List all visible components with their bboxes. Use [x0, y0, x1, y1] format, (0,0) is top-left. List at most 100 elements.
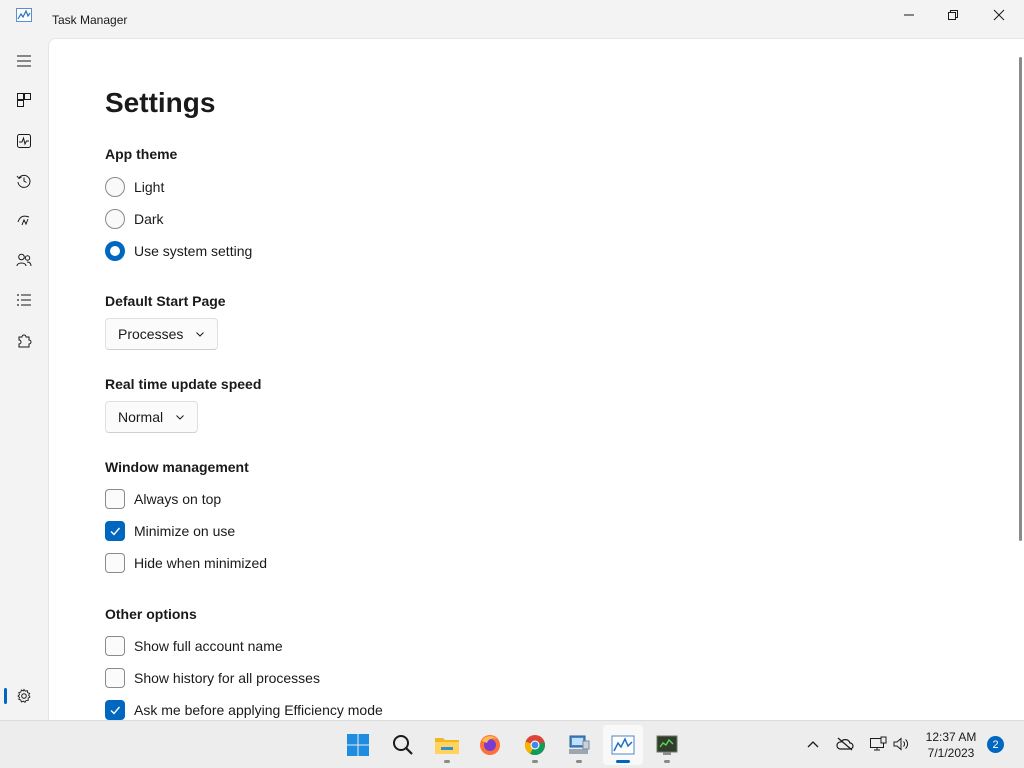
- computer-icon: [569, 735, 590, 754]
- dropdown-value: Processes: [118, 326, 184, 342]
- taskbar-task-manager[interactable]: [603, 725, 643, 765]
- option-minimize-on-use[interactable]: Minimize on use: [105, 520, 235, 542]
- checkmark-icon: [110, 527, 121, 536]
- nav-services[interactable]: [4, 323, 44, 359]
- hamburger-menu-button[interactable]: [4, 43, 44, 79]
- performance-icon: [17, 134, 31, 148]
- option-hide-when-minimized[interactable]: Hide when minimized: [105, 552, 267, 574]
- details-list-icon: [17, 294, 31, 306]
- option-label: Minimize on use: [134, 523, 236, 539]
- running-indicator: [532, 760, 538, 763]
- network-icon: [870, 736, 887, 751]
- nav-startup-apps[interactable]: [4, 202, 44, 238]
- option-label: Always on top: [134, 491, 222, 507]
- firefox-icon: [480, 735, 500, 755]
- nav-settings[interactable]: [4, 678, 44, 714]
- taskbar-file-explorer[interactable]: [427, 725, 467, 765]
- option-label: Hide when minimized: [134, 555, 268, 571]
- chevron-down-icon: [176, 415, 184, 420]
- processes-icon: [17, 93, 31, 107]
- option-always-on-top[interactable]: Always on top: [105, 488, 221, 510]
- checkbox-efficiency-mode-prompt[interactable]: [105, 700, 125, 720]
- taskbar-start-button[interactable]: [338, 725, 378, 765]
- running-indicator: [444, 760, 450, 763]
- task-manager-app-icon: [16, 8, 32, 22]
- checkbox-hide-when-minimized[interactable]: [105, 553, 125, 573]
- nav-details[interactable]: [4, 282, 44, 318]
- vertical-scrollbar[interactable]: [1019, 57, 1022, 541]
- nav-users[interactable]: [4, 242, 44, 278]
- restore-button[interactable]: [930, 0, 976, 30]
- clock-date: 7/1/2023: [927, 746, 975, 760]
- windows-start-icon: [347, 734, 369, 756]
- clock-time: 12:37 AM: [925, 730, 977, 744]
- checkbox-show-history-all[interactable]: [105, 668, 125, 688]
- network-tray[interactable]: [869, 735, 887, 753]
- terminal-icon: [656, 735, 678, 755]
- option-efficiency-mode-prompt[interactable]: Ask me before applying Efficiency mode: [105, 699, 383, 720]
- chevron-up-icon: [807, 741, 819, 748]
- gear-icon: [17, 688, 31, 703]
- search-icon: [393, 735, 413, 755]
- minimize-button[interactable]: [886, 0, 932, 30]
- running-indicator: [576, 760, 582, 763]
- checkmark-icon: [110, 706, 121, 715]
- theme-option-system[interactable]: Use system setting: [105, 240, 252, 262]
- volume-tray[interactable]: [892, 735, 910, 753]
- taskbar: 12:37 AM 7/1/2023: [0, 720, 1024, 768]
- radio-selected-dot: [110, 246, 120, 256]
- checkbox-always-on-top[interactable]: [105, 489, 125, 509]
- nav-app-history[interactable]: [4, 163, 44, 199]
- taskbar-computer-app[interactable]: [559, 725, 599, 765]
- window-title: Task Manager: [52, 13, 128, 27]
- option-label: Dark: [134, 211, 164, 227]
- taskbar-clock[interactable]: 12:37 AM 7/1/2023: [916, 729, 986, 761]
- taskbar-chrome[interactable]: [515, 725, 555, 765]
- radio-light[interactable]: [105, 177, 125, 197]
- chevron-down-icon: [196, 332, 205, 337]
- other-options-heading: Other options: [105, 606, 197, 622]
- theme-option-light[interactable]: Light: [105, 176, 164, 198]
- window-management-heading: Window management: [105, 459, 249, 475]
- close-button[interactable]: [976, 0, 1022, 30]
- option-label: Use system setting: [134, 243, 253, 259]
- default-start-page-heading: Default Start Page: [105, 293, 226, 309]
- hamburger-icon: [17, 55, 31, 67]
- speaker-icon: [893, 737, 908, 751]
- dropdown-value: Normal: [118, 409, 164, 425]
- folder-icon: [435, 738, 459, 754]
- radio-system-setting[interactable]: [105, 241, 125, 261]
- active-indicator: [616, 760, 630, 763]
- radio-dark[interactable]: [105, 209, 125, 229]
- checkbox-minimize-on-use[interactable]: [105, 521, 125, 541]
- taskbar-firefox[interactable]: [470, 725, 510, 765]
- app-theme-heading: App theme: [105, 146, 178, 162]
- nav-processes[interactable]: [4, 82, 44, 118]
- update-speed-dropdown[interactable]: Normal: [105, 401, 199, 433]
- page-title: Settings: [105, 87, 216, 118]
- minimize-icon: [904, 14, 914, 16]
- settings-page: Settings App theme Light Dark Use system…: [48, 38, 1024, 720]
- task-manager-icon: [611, 735, 635, 755]
- notification-count-badge[interactable]: 2: [987, 736, 1004, 753]
- nav-performance[interactable]: [4, 123, 44, 159]
- option-label: Ask me before applying Efficiency mode: [134, 702, 383, 718]
- onedrive-tray[interactable]: [836, 735, 854, 753]
- taskbar-search-button[interactable]: [383, 725, 423, 765]
- option-show-full-account-name[interactable]: Show full account name: [105, 635, 283, 657]
- start-page-dropdown[interactable]: Processes: [105, 318, 219, 350]
- history-icon: [16, 174, 31, 188]
- theme-option-dark[interactable]: Dark: [105, 208, 164, 230]
- navigation-sidebar: [0, 38, 48, 720]
- show-hidden-icons-button[interactable]: [804, 735, 822, 753]
- option-label: Light: [134, 179, 165, 195]
- taskbar-terminal-app[interactable]: [647, 725, 687, 765]
- option-show-history-all[interactable]: Show history for all processes: [105, 667, 320, 689]
- option-label: Show full account name: [134, 638, 283, 654]
- option-label: Show history for all processes: [134, 670, 320, 686]
- cloud-offline-icon: [836, 737, 854, 751]
- users-icon: [16, 253, 32, 267]
- services-puzzle-icon: [18, 334, 32, 348]
- checkbox-show-full-account-name[interactable]: [105, 636, 125, 656]
- restore-icon: [948, 10, 958, 20]
